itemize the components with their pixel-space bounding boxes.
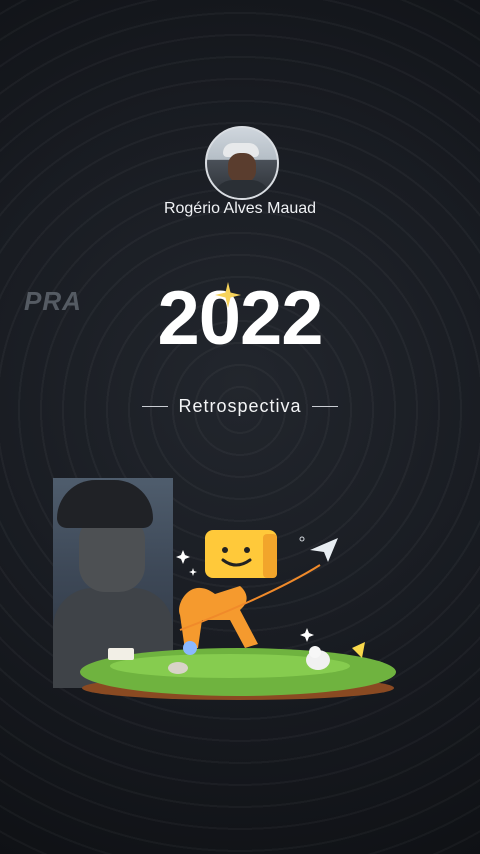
mascot-head-side — [263, 534, 277, 578]
star-icon-left — [176, 550, 190, 564]
subtitle: Retrospectiva — [178, 396, 302, 416]
mascot-illustration — [80, 530, 396, 700]
cheese-icon — [352, 642, 365, 658]
divider-right — [311, 406, 338, 407]
bird-head — [309, 646, 321, 658]
user-avatar[interactable] — [205, 126, 279, 200]
mascot-body — [179, 586, 258, 650]
bubble-icon — [299, 536, 305, 542]
avatar-face — [228, 153, 256, 183]
star-icon-small — [189, 568, 197, 576]
star-icon-right — [300, 628, 314, 642]
mascot-eye-right — [244, 547, 250, 553]
flower-icon — [183, 641, 197, 655]
fence-icon — [108, 648, 134, 660]
avatar-shirt — [213, 180, 271, 198]
subtitle-row: Retrospectiva — [0, 396, 480, 417]
mascot-eye-left — [222, 547, 228, 553]
sparkle-icon — [215, 282, 241, 308]
user-name[interactable]: Rogério Alves Mauad — [0, 200, 480, 218]
paper-plane-icon — [310, 538, 338, 562]
rock-icon — [168, 662, 188, 674]
divider-left — [142, 406, 169, 407]
